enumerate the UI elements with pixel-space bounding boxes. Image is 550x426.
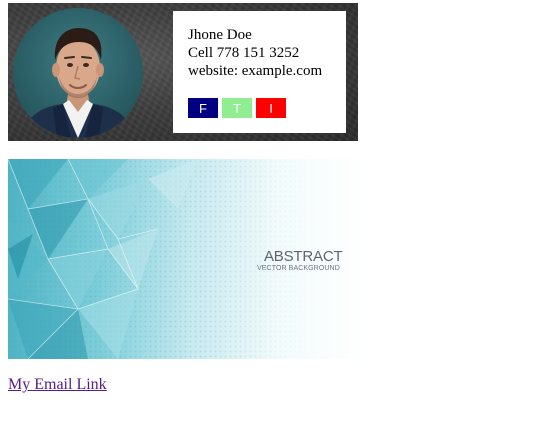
- banner-title: ABSTRACT: [264, 248, 343, 265]
- instagram-icon: I: [269, 100, 273, 116]
- signature-card: Jhone Doe Cell 778 151 3252 website: exa…: [8, 3, 358, 141]
- abstract-banner: ABSTRACT VECTOR BACKGROUND: [8, 159, 368, 359]
- facebook-button[interactable]: F: [188, 98, 218, 118]
- page: Jhone Doe Cell 778 151 3252 website: exa…: [0, 0, 550, 426]
- contact-info: Jhone Doe Cell 778 151 3252 website: exa…: [188, 26, 322, 80]
- twitter-icon: T: [233, 100, 241, 116]
- contact-info-box: Jhone Doe Cell 778 151 3252 website: exa…: [173, 11, 346, 133]
- contact-website: website: example.com: [188, 63, 323, 79]
- avatar: [13, 8, 143, 138]
- banner-subtitle: VECTOR BACKGROUND: [257, 265, 340, 272]
- social-buttons: F T I: [188, 98, 286, 118]
- contact-cell: Cell 778 151 3252: [188, 45, 300, 61]
- email-link[interactable]: My Email Link: [8, 376, 107, 394]
- facebook-icon: F: [199, 100, 207, 116]
- instagram-button[interactable]: I: [256, 98, 286, 118]
- contact-name: Jhone Doe: [188, 27, 252, 43]
- person-photo-icon: [21, 28, 135, 138]
- twitter-button[interactable]: T: [222, 98, 252, 118]
